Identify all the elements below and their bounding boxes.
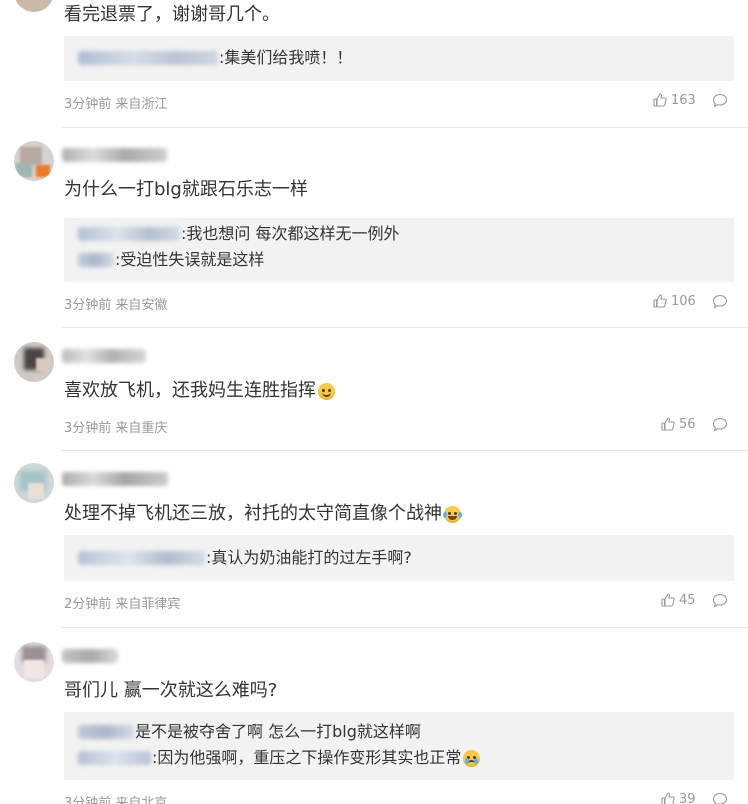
avatar[interactable]	[14, 342, 54, 382]
like-count: 106	[671, 293, 696, 309]
like-button[interactable]: 106	[652, 293, 696, 309]
comment-bubble-icon[interactable]	[712, 93, 728, 108]
comment-meta: 3分钟前 来自北京	[64, 796, 168, 804]
like-button[interactable]: 163	[652, 92, 696, 108]
comment-bubble-icon[interactable]	[712, 792, 728, 804]
comment-item: 为什么一打blg就跟石乐志一样 :我也想问 每次都这样无一例外 :受迫性失误就是…	[0, 128, 748, 328]
cry-emoji-icon	[463, 749, 481, 767]
username[interactable]	[62, 349, 146, 363]
comment-text-content: 喜欢放飞机，还我妈生连胜指挥	[64, 380, 316, 401]
comment-item: 看完退票了，谢谢哥几个。 :集美们给我喷！！ 3分钟前 来自浙江 163	[0, 0, 748, 128]
comment-text: 为什么一打blg就跟石乐志一样	[64, 179, 308, 200]
comment-bubble-icon[interactable]	[712, 417, 728, 432]
thumbs-up-icon	[653, 93, 667, 107]
reply-username[interactable]	[78, 551, 205, 565]
comment-text: 喜欢放飞机，还我妈生连胜指挥	[64, 379, 335, 403]
avatar[interactable]	[14, 141, 54, 181]
like-count: 39	[679, 791, 696, 804]
thumbs-up-icon	[661, 593, 675, 607]
comment-text: 看完退票了，谢谢哥几个。	[64, 4, 280, 25]
reply-username[interactable]	[78, 51, 218, 65]
username[interactable]	[62, 148, 167, 162]
username[interactable]	[62, 649, 118, 663]
like-button[interactable]: 39	[660, 791, 696, 804]
reply-box[interactable]: :真认为奶油能打的过左手啊?	[64, 535, 734, 581]
reply-username[interactable]	[78, 227, 180, 241]
comment-meta: 2分钟前 来自菲律宾	[64, 597, 181, 612]
comment-text-content: 处理不掉飞机还三放，衬托的太守简直像个战神	[64, 503, 442, 524]
avatar[interactable]	[14, 0, 54, 12]
reply-box[interactable]: :集美们给我喷！！	[64, 36, 734, 81]
smile-emoji-icon	[318, 382, 335, 400]
reply-username[interactable]	[78, 725, 134, 739]
comment-bubble-icon[interactable]	[712, 294, 728, 309]
comment-item: 处理不掉飞机还三放，衬托的太守简直像个战神 :真认为奶油能打的过左手啊? 2分钟…	[0, 451, 748, 628]
reply-box[interactable]: :我也想问 每次都这样无一例外 :受迫性失误就是这样	[64, 218, 734, 282]
comment-bubble-icon[interactable]	[712, 593, 728, 608]
reply-username[interactable]	[78, 253, 114, 267]
reply-username[interactable]	[78, 751, 151, 765]
comment-text: 处理不掉飞机还三放，衬托的太守简直像个战神	[64, 502, 462, 526]
comment-feed: 看完退票了，谢谢哥几个。 :集美们给我喷！！ 3分钟前 来自浙江 163 为什么…	[0, 0, 748, 804]
comment-meta: 3分钟前 来自浙江	[64, 97, 168, 112]
avatar[interactable]	[14, 463, 54, 503]
thumbs-up-icon	[661, 792, 675, 804]
reply-text: :因为他强啊，重压之下操作变形其实也正常	[152, 748, 462, 767]
like-count: 163	[671, 92, 696, 108]
like-button[interactable]: 56	[660, 416, 696, 432]
comment-meta: 3分钟前 来自重庆	[64, 421, 168, 436]
like-button[interactable]: 45	[660, 592, 696, 608]
comment-meta: 3分钟前 来自安徽	[64, 298, 168, 313]
laugh-emoji-icon	[443, 505, 462, 523]
like-count: 56	[679, 416, 696, 432]
reply-text: :集美们给我喷！！	[219, 48, 353, 67]
reply-text: :我也想问 每次都这样无一例外	[181, 224, 400, 243]
reply-box[interactable]: 是不是被夺舍了啊 怎么一打blg就这样啊 :因为他强啊，重压之下操作变形其实也正…	[64, 712, 734, 780]
reply-text: :受迫性失误就是这样	[115, 250, 265, 269]
comment-text: 哥们儿 赢一次就这么难吗?	[64, 680, 278, 701]
thumbs-up-icon	[653, 294, 667, 308]
username[interactable]	[62, 472, 168, 486]
reply-text: 是不是被夺舍了啊 怎么一打blg就这样啊	[135, 722, 421, 741]
comment-item: 哥们儿 赢一次就这么难吗? 是不是被夺舍了啊 怎么一打blg就这样啊 :因为他强…	[0, 628, 748, 804]
like-count: 45	[679, 592, 696, 608]
comment-item: 喜欢放飞机，还我妈生连胜指挥 3分钟前 来自重庆 56	[0, 328, 748, 451]
reply-text: :真认为奶油能打的过左手啊?	[206, 548, 412, 567]
avatar[interactable]	[14, 642, 54, 682]
thumbs-up-icon	[661, 417, 675, 431]
